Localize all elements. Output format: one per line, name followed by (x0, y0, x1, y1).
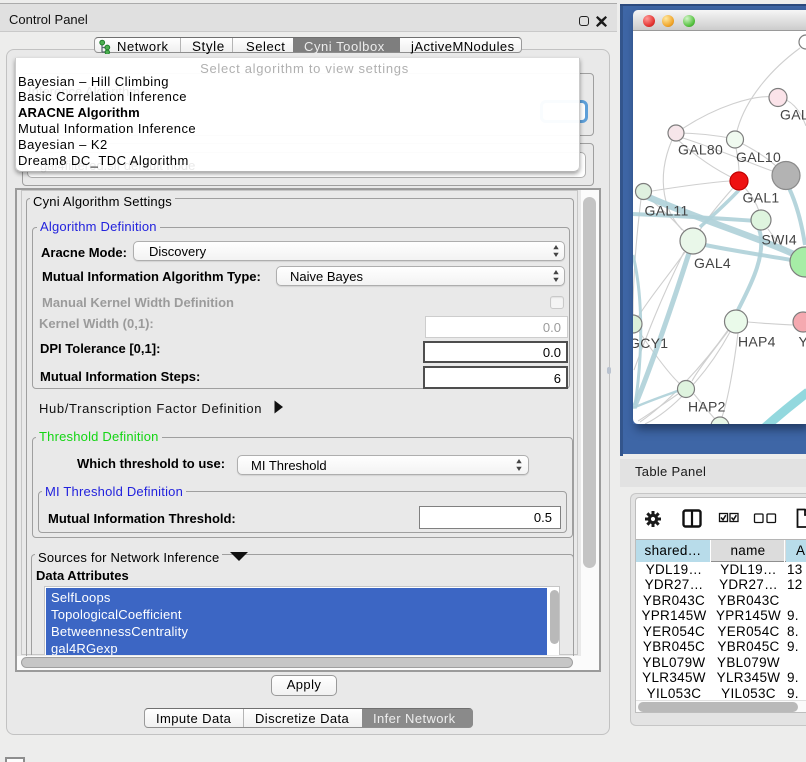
svg-text:Y: Y (799, 334, 806, 350)
svg-text:GCY1: GCY1 (633, 335, 668, 351)
svg-text:GAL1: GAL1 (743, 190, 780, 206)
svg-text:HAP4: HAP4 (738, 334, 776, 350)
svg-text:GAL11: GAL11 (645, 203, 689, 219)
svg-text:GAL80: GAL80 (678, 142, 723, 158)
svg-text:GAL: GAL (780, 107, 806, 123)
svg-text:HAP2: HAP2 (688, 399, 726, 415)
svg-text:SWI4: SWI4 (762, 232, 797, 248)
svg-text:GAL4: GAL4 (694, 255, 731, 271)
svg-text:GAL10: GAL10 (736, 149, 781, 165)
